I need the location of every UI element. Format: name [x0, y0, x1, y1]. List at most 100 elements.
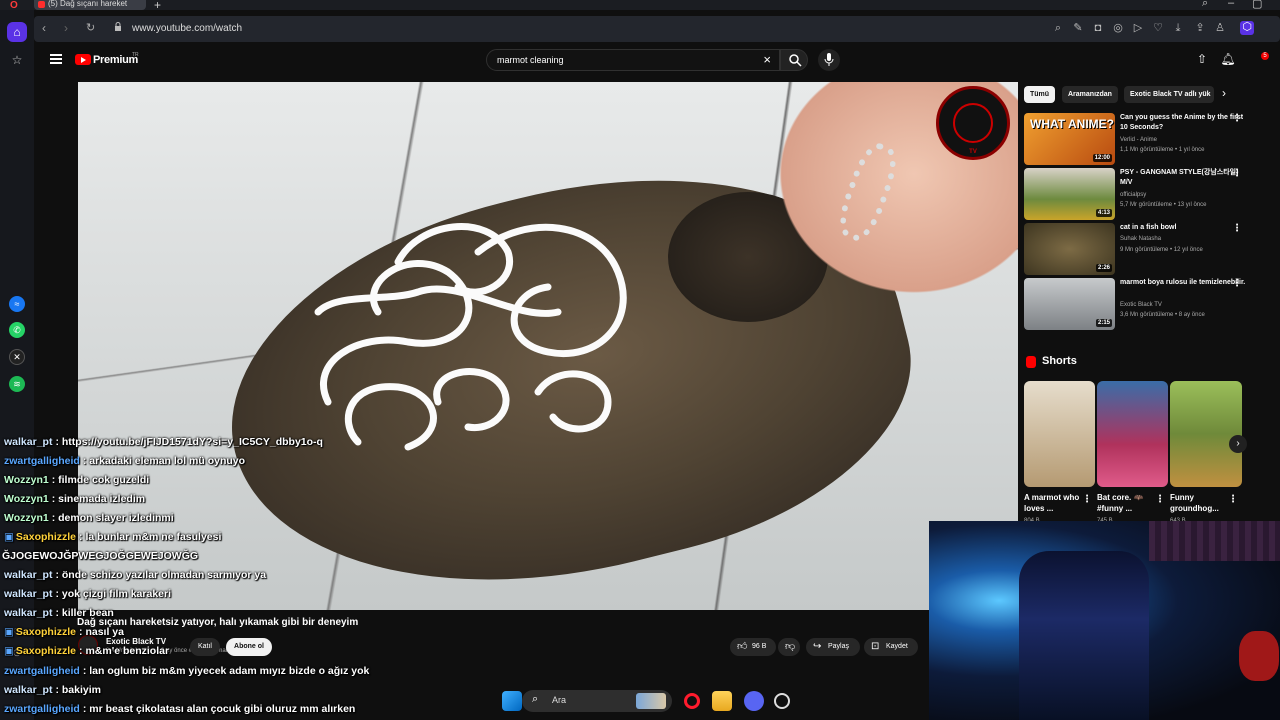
more-options-icon[interactable]: ⋮ [1228, 494, 1238, 505]
download-icon[interactable]: ⤓ [1172, 22, 1184, 34]
windows-start-icon[interactable] [502, 691, 522, 711]
clear-search-icon[interactable]: × [763, 52, 771, 67]
windows-taskbar: ⌕ Ara [496, 688, 806, 714]
cream-squiggle [314, 223, 627, 451]
like-button[interactable]: 👍︎ 96 B [730, 638, 776, 656]
search-input[interactable]: marmot cleaning [497, 55, 564, 65]
chat-text: : yok çizgi film karakeri [55, 588, 172, 600]
play-icon[interactable]: ▷ [1132, 22, 1144, 34]
minimize-icon[interactable]: – [1228, 0, 1234, 9]
extension-icon[interactable]: ⬡ [1240, 21, 1254, 35]
rec-channel[interactable]: Suhak Natasha [1120, 236, 1161, 242]
recommended-item[interactable]: WHAT ANIME? 12:00 Can you guess the Anim… [1024, 113, 1274, 165]
video-thumbnail[interactable]: 2:26 [1024, 223, 1115, 275]
chip-from-search[interactable]: Aramanızdan [1062, 86, 1118, 103]
notification-badge: 5 [1261, 52, 1269, 60]
rec-channel[interactable]: Verlid - Anime [1120, 137, 1157, 143]
short-thumbnail[interactable] [1024, 381, 1095, 487]
share-button[interactable]: ↪ Paylaş [806, 638, 860, 656]
subscribe-button[interactable]: Abone ol [226, 638, 272, 656]
shorts-heading: Shorts [1042, 355, 1077, 367]
file-explorer-icon[interactable] [712, 691, 732, 711]
app-icon[interactable] [774, 693, 790, 709]
camera-icon[interactable]: ◘ [1092, 22, 1104, 34]
tab-title: (5) Dağ sıçanı hareket [48, 0, 128, 8]
rec-title[interactable]: Can you guess the Anime by the first 10 … [1120, 113, 1250, 133]
more-options-icon[interactable]: ⋮ [1232, 223, 1242, 234]
short-title[interactable]: A marmot who loves ... [1024, 492, 1084, 514]
more-options-icon[interactable]: ⋮ [1232, 113, 1242, 124]
youtube-logo-icon[interactable] [75, 54, 91, 65]
back-icon[interactable]: ‹ [42, 21, 46, 35]
short-title[interactable]: Funny groundhog... [1170, 492, 1230, 514]
rec-channel[interactable]: Exotic Black TV [1120, 302, 1162, 308]
whatsapp-icon[interactable]: ✆ [9, 322, 25, 338]
url-field[interactable]: www.youtube.com/watch [132, 23, 242, 34]
opera-gx-icon[interactable] [684, 693, 700, 709]
chat-user: Wozzyn1 [4, 474, 49, 486]
x-icon[interactable]: ✕ [9, 349, 25, 365]
chat-message: Wozzyn1: sinemada izledim [4, 493, 145, 505]
create-icon[interactable]: ⇧ [1194, 52, 1210, 68]
vpn-icon[interactable]: ◎ [1112, 22, 1124, 34]
chat-user: zwartgalligheid [4, 703, 80, 715]
chat-message: ▣ Saxophizzle: nasıl ya [4, 626, 124, 638]
shorts-next-button[interactable]: › [1229, 435, 1247, 453]
more-options-icon[interactable]: ⋮ [1232, 168, 1242, 179]
rec-title[interactable]: marmot boya rulosu ile temizlenebilir. [1120, 278, 1250, 288]
new-tab-icon[interactable]: + [154, 0, 161, 12]
taskbar-search[interactable]: ⌕ Ara [522, 690, 672, 712]
opera-logo-icon[interactable]: O [10, 0, 24, 11]
upload-icon[interactable]: ⇪ [1194, 22, 1206, 34]
chat-user: walkar_pt [4, 569, 53, 581]
discord-icon[interactable] [744, 691, 764, 711]
more-options-icon[interactable]: ⋮ [1082, 494, 1092, 505]
red-object [1239, 631, 1279, 681]
search-button[interactable] [780, 49, 808, 71]
reload-icon[interactable]: ↻ [86, 21, 95, 34]
profile-icon[interactable]: ♙ [1214, 22, 1226, 34]
video-thumbnail[interactable]: 2:15 [1024, 278, 1115, 330]
forward-icon[interactable]: › [64, 21, 68, 35]
chip-all[interactable]: Tümü [1024, 86, 1056, 103]
browser-tab[interactable]: (5) Dağ sıçanı hareket [34, 0, 146, 10]
ant-logo-icon [953, 103, 993, 143]
search-box[interactable]: marmot cleaning × [486, 49, 780, 71]
chevron-right-icon[interactable]: › [1222, 86, 1226, 100]
messenger-icon[interactable]: ≈ [9, 296, 25, 312]
edit-icon[interactable]: ✎ [1072, 22, 1084, 34]
video-thumbnail[interactable]: 4:13 [1024, 168, 1115, 220]
recommended-item[interactable]: 2:15 marmot boya rulosu ile temizlenebil… [1024, 278, 1274, 330]
notifications-icon[interactable]: 🔔︎ [1220, 52, 1236, 68]
search-tabs-icon[interactable]: ⌕ [1202, 0, 1208, 10]
menu-icon[interactable] [50, 54, 62, 64]
dislike-button[interactable]: 👎︎ [778, 638, 800, 656]
video-thumbnail[interactable]: WHAT ANIME? 12:00 [1024, 113, 1115, 165]
short-thumbnail[interactable] [1170, 381, 1242, 487]
heart-icon[interactable]: ♡ [1152, 22, 1164, 34]
short-title[interactable]: Bat core. 🦇 #funny ... [1097, 492, 1157, 514]
chip-channel[interactable]: Exotic Black TV adlı yük [1124, 86, 1214, 103]
save-button[interactable]: ⊡ Kaydet [864, 638, 918, 656]
chat-user: zwartgalligheid [4, 665, 80, 677]
rec-title[interactable]: cat in a fish bowl [1120, 223, 1250, 233]
chat-text: : sinemada izledim [51, 493, 146, 505]
more-options-icon[interactable]: ⋮ [1232, 278, 1242, 289]
recommended-item[interactable]: 4:13 PSY - GANGNAM STYLE(강남스타일) M/V offi… [1024, 168, 1274, 220]
home-icon[interactable]: ⌂ [7, 22, 27, 42]
search-icon[interactable]: ⌕ [1052, 22, 1064, 34]
maximize-icon[interactable]: ▢ [1252, 0, 1262, 10]
tab-bar: O (5) Dağ sıçanı hareket + ⌕ – ▢ [0, 0, 1280, 12]
recommended-item[interactable]: 2:26 cat in a fish bowl Suhak Natasha 9 … [1024, 223, 1274, 275]
badge-icon: ▣ [4, 645, 14, 657]
rec-title[interactable]: PSY - GANGNAM STYLE(강남스타일) M/V [1120, 168, 1250, 188]
rec-channel[interactable]: officialpsy [1120, 192, 1146, 198]
star-icon[interactable]: ☆ [7, 50, 27, 70]
channel-watermark[interactable]: TV [936, 86, 1010, 160]
join-button[interactable]: Katıl [190, 638, 220, 656]
more-options-icon[interactable]: ⋮ [1155, 494, 1165, 505]
lock-icon [115, 22, 121, 31]
short-thumbnail[interactable] [1097, 381, 1168, 487]
spotify-icon[interactable]: ≋ [9, 376, 25, 392]
voice-search-button[interactable] [818, 49, 840, 71]
